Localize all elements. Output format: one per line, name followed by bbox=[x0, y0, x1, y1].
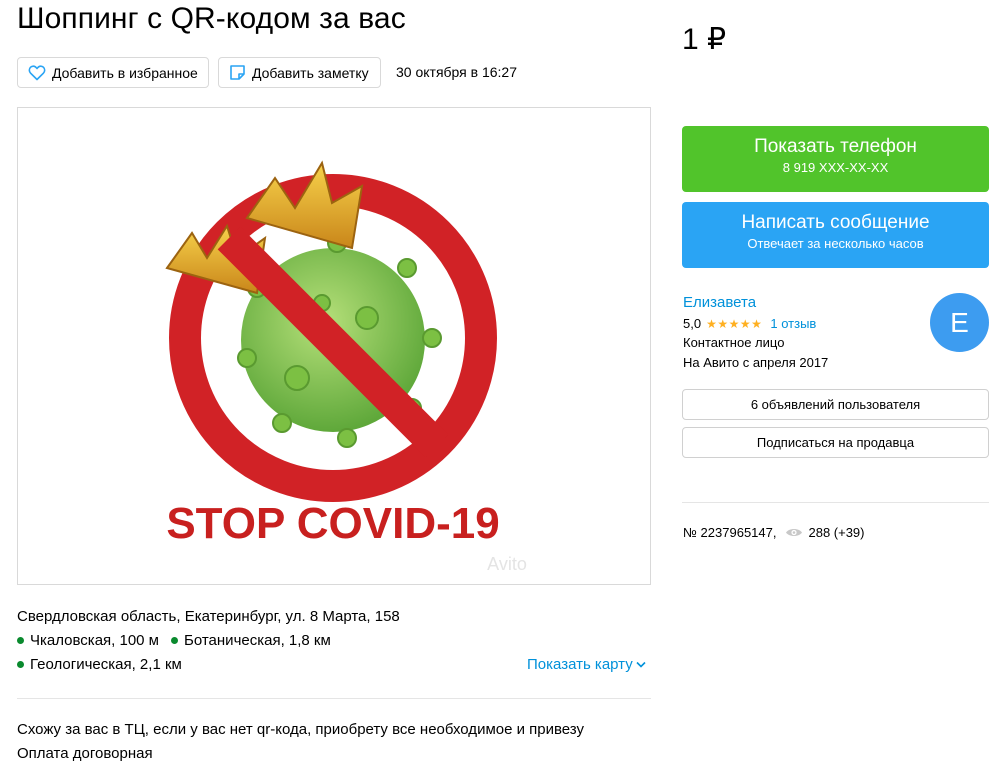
photo-canvas: STOP COVID-19 Avito bbox=[97, 108, 569, 584]
metro-station: Чкаловская, 100 м bbox=[30, 632, 159, 649]
seller-name-link[interactable]: Елизавета bbox=[683, 294, 756, 311]
add-note-label: Добавить заметку bbox=[252, 64, 369, 81]
write-message-button[interactable]: Написать сообщение Отвечает за несколько… bbox=[682, 202, 989, 268]
show-map-label: Показать карту bbox=[527, 656, 633, 673]
show-phone-button[interactable]: Показать телефон 8 919 XXX-XX-XX bbox=[682, 126, 989, 192]
metro-line-dot bbox=[17, 661, 24, 668]
metro-line-dot bbox=[17, 637, 24, 644]
stop-covid-illustration: STOP COVID-19 Avito bbox=[165, 160, 527, 574]
show-map-link[interactable]: Показать карту bbox=[527, 656, 646, 673]
eye-icon bbox=[786, 528, 803, 537]
description-line: Схожу за вас в ТЦ, если у вас нет qr-код… bbox=[17, 721, 585, 738]
photo-caption: STOP COVID-19 bbox=[166, 499, 499, 548]
subscribe-seller-button[interactable]: Подписаться на продавца bbox=[682, 427, 989, 458]
add-to-favorites-button[interactable]: Добавить в избранное bbox=[17, 57, 209, 88]
view-count: 288 (+39) bbox=[808, 525, 865, 540]
metro-line-dot bbox=[171, 637, 178, 644]
metro-row-2: Геологическая, 2,1 км bbox=[17, 656, 182, 673]
listing-title: Шоппинг с QR-кодом за вас bbox=[17, 2, 406, 35]
address: Свердловская область, Екатеринбург, ул. … bbox=[17, 608, 400, 625]
seller-rating: 5,0 ★★★★★ 1 отзыв bbox=[683, 316, 816, 331]
rating-value: 5,0 bbox=[683, 316, 702, 331]
reviews-link[interactable]: 1 отзыв bbox=[770, 316, 816, 331]
heart-icon bbox=[28, 64, 46, 80]
metro-row-1: Чкаловская, 100 м Ботаническая, 1,8 км bbox=[17, 632, 331, 649]
divider bbox=[17, 698, 651, 699]
add-to-favorites-label: Добавить в избранное bbox=[52, 64, 198, 81]
add-note-button[interactable]: Добавить заметку bbox=[218, 57, 381, 88]
seller-ads-button[interactable]: 6 объявлений пользователя bbox=[682, 389, 989, 420]
write-message-label: Написать сообщение bbox=[741, 212, 930, 233]
listing-meta: № 2237965147, 288 (+39) bbox=[683, 525, 865, 540]
seller-type: Контактное лицо bbox=[683, 335, 785, 350]
avatar[interactable]: E bbox=[930, 293, 989, 352]
listing-photo[interactable]: STOP COVID-19 Avito bbox=[17, 107, 651, 585]
chevron-down-icon bbox=[636, 661, 646, 668]
rating-stars-icon: ★★★★★ bbox=[706, 316, 763, 331]
response-time: Отвечает за несколько часов bbox=[747, 236, 924, 251]
avito-watermark: Avito bbox=[487, 554, 527, 574]
metro-station: Геологическая, 2,1 км bbox=[30, 656, 182, 673]
divider bbox=[682, 502, 989, 503]
ad-number: № 2237965147, bbox=[683, 525, 777, 540]
seller-since: На Авито с апреля 2017 bbox=[683, 355, 829, 370]
metro-station: Ботаническая, 1,8 км bbox=[184, 632, 331, 649]
note-icon bbox=[230, 65, 245, 80]
listing-date: 30 октября в 16:27 bbox=[396, 64, 518, 80]
listing-price: 1 ₽ bbox=[682, 23, 727, 56]
show-phone-label: Показать телефон bbox=[754, 136, 917, 157]
masked-phone-number: 8 919 XXX-XX-XX bbox=[782, 160, 889, 175]
description-line: Оплата договорная bbox=[17, 745, 153, 762]
